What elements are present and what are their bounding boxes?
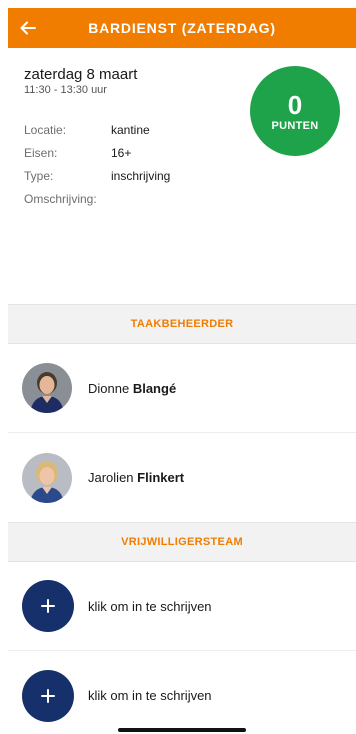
signup-slot[interactable]: klik om in te schrijven — [8, 562, 356, 651]
first-name: Dionne — [88, 380, 130, 396]
info-label: Eisen: — [24, 145, 58, 160]
home-indicator[interactable] — [118, 728, 246, 732]
section-header-volunteers: VRIJWILLIGERSTEAM — [8, 522, 356, 562]
add-volunteer-button[interactable] — [22, 580, 74, 632]
add-volunteer-button[interactable] — [22, 669, 74, 722]
page-title: BARDIENST (ZATERDAG) — [88, 20, 276, 36]
info-row-description: Omschrijving: — [24, 187, 344, 210]
info-value: inschrijving — [111, 168, 171, 183]
points-badge: 0 PUNTEN — [250, 66, 340, 156]
back-button[interactable] — [8, 8, 48, 48]
points-value: 0 — [287, 89, 303, 120]
signup-label: klik om in te schrijven — [88, 688, 212, 703]
avatar-photo-icon — [22, 452, 72, 503]
info-value: kantine — [111, 122, 150, 137]
info-label: Locatie: — [24, 122, 67, 137]
first-name: Jarolien — [88, 470, 134, 485]
top-app-bar: BARDIENST (ZATERDAG) — [8, 8, 356, 48]
avatar — [22, 452, 72, 503]
arrow-left-icon — [20, 21, 36, 35]
section-header-task-manager: TAAKBEHEERDER — [8, 304, 356, 344]
avatar-photo-icon — [22, 363, 72, 413]
info-row-type: Type: inschrijving — [24, 164, 344, 187]
signup-slot[interactable]: klik om in te schrijven — [8, 651, 356, 734]
plus-icon — [41, 599, 55, 613]
person-name: Dionne Blangé — [88, 381, 176, 396]
avatar — [22, 363, 72, 413]
signup-label: klik om in te schrijven — [88, 598, 212, 614]
last-name: Blangé — [132, 380, 177, 396]
person-name: Jarolien Flinkert — [88, 470, 184, 485]
info-label: Type: — [24, 168, 54, 183]
points-label: PUNTEN — [271, 119, 319, 132]
list-item-task-manager[interactable]: Dionne Blangé — [8, 344, 356, 433]
plus-icon — [41, 688, 55, 703]
info-value: 16+ — [111, 145, 132, 160]
info-label: Omschrijving: — [24, 191, 97, 206]
last-name: Flinkert — [137, 470, 185, 485]
list-item-task-manager[interactable]: Jarolien Flinkert — [8, 433, 356, 522]
